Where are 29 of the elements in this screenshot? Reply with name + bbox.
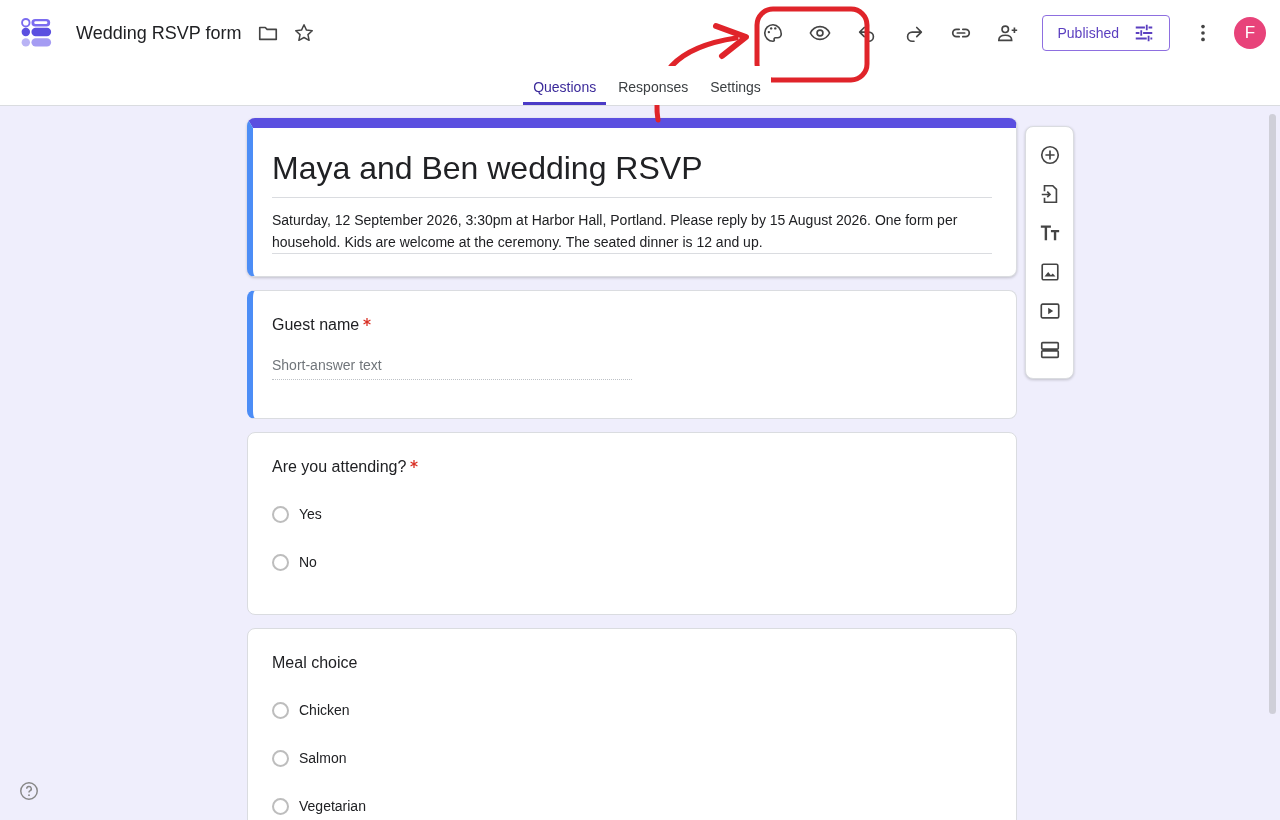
- form-title[interactable]: Maya and Ben wedding RSVP: [272, 144, 992, 198]
- radio-button[interactable]: [272, 553, 289, 571]
- add-person-icon[interactable]: [996, 22, 1019, 44]
- option-label: Vegetarian: [299, 798, 366, 814]
- option-label: Salmon: [299, 750, 347, 766]
- question-card[interactable]: Guest name Short-answer text: [247, 290, 1017, 419]
- radio-button[interactable]: [272, 749, 289, 767]
- help-icon[interactable]: [18, 780, 40, 802]
- sliders-icon: [1133, 22, 1155, 44]
- published-button[interactable]: Published: [1041, 15, 1170, 51]
- document-title[interactable]: Wedding RSVP form: [76, 22, 242, 44]
- question-card[interactable]: Meal choice Chicken Salmon Vegetarian: [247, 628, 1017, 820]
- question-card[interactable]: Are you attending? Yes No: [247, 432, 1017, 615]
- form-description[interactable]: Saturday, 12 September 2026, 3:30pm at Harbor Hall, Portland. Please reply by 15 August 2026. One form per household. Kids are welcome at the ceremony. The seated dinner is 12 and up.: [272, 198, 992, 254]
- radio-button[interactable]: [272, 701, 289, 719]
- radio-button[interactable]: [272, 797, 289, 815]
- star-icon[interactable]: [293, 22, 316, 44]
- question-title: Guest name: [272, 316, 360, 334]
- question-title: Are you attending?: [272, 458, 407, 476]
- scrollbar[interactable]: [1269, 114, 1276, 714]
- question-title: Meal choice: [272, 654, 358, 672]
- option-label: No: [299, 554, 317, 570]
- avatar[interactable]: F: [1234, 17, 1266, 49]
- option-label: Chicken: [299, 702, 350, 718]
- palette-icon[interactable]: [761, 22, 784, 44]
- radio-button[interactable]: [272, 505, 289, 523]
- image-icon[interactable]: [1038, 261, 1061, 284]
- option-label: Yes: [299, 506, 322, 522]
- add-circle-icon[interactable]: [1038, 143, 1061, 166]
